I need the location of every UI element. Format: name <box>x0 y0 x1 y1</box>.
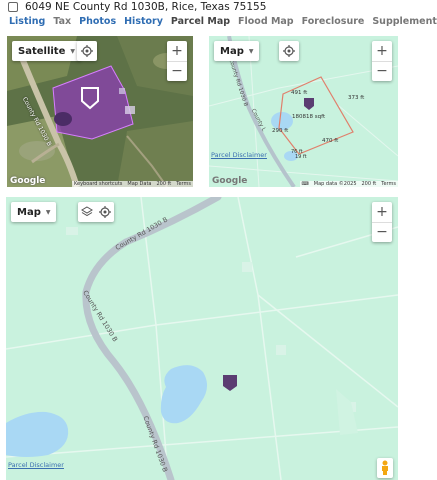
crosshair-icon[interactable] <box>99 206 111 218</box>
parcel-map[interactable]: County Rd 1030 B County L 491 ft 373 ft … <box>209 36 398 187</box>
map-type-selector[interactable]: Map ▼ <box>11 202 57 222</box>
map-type-label: Map <box>220 45 244 57</box>
locate-button[interactable] <box>77 41 97 61</box>
parcel-pin-icon[interactable] <box>222 374 238 392</box>
map-type-label: Map <box>17 206 41 218</box>
scale-label: 200 ft <box>361 181 377 187</box>
dimension-small-2: 19 ft <box>295 154 307 160</box>
map-type-selector[interactable]: Map ▼ <box>214 41 260 61</box>
tab-flood-map[interactable]: Flood Map <box>238 16 294 29</box>
parcel-pin-icon[interactable] <box>303 97 315 111</box>
tab-listing[interactable]: Listing <box>9 16 45 29</box>
tab-supplements[interactable]: Supplements <box>372 16 437 29</box>
zoom-control: + − <box>372 202 392 242</box>
tab-foreclosure[interactable]: Foreclosure <box>302 16 365 29</box>
caret-down-icon: ▼ <box>248 47 254 55</box>
scale-label: 200 ft <box>156 181 172 187</box>
dimension-top: 491 ft <box>291 90 308 96</box>
parcel-pin-icon[interactable] <box>80 86 100 110</box>
dimension-left: 290 ft <box>272 128 289 134</box>
google-logo: Google <box>212 176 248 186</box>
large-map-canvas <box>6 197 398 480</box>
zoom-out-button[interactable]: − <box>372 222 392 242</box>
locate-button[interactable] <box>279 41 299 61</box>
map-type-selector[interactable]: Satellite ▼ <box>12 41 81 61</box>
pegman-icon <box>382 460 388 475</box>
keyboard-shortcuts-link[interactable]: Keyboard shortcuts <box>74 181 122 187</box>
tab-tax[interactable]: Tax <box>53 16 71 29</box>
zoom-in-button[interactable]: + <box>372 202 392 222</box>
header-bar: 6049 NE County Rd 1030B, Rice, Texas 751… <box>0 0 437 14</box>
large-parcel-map[interactable]: County Rd 1030 B County Rd 1030 B County… <box>6 197 398 480</box>
zoom-out-button[interactable]: − <box>167 61 187 81</box>
terms-link[interactable]: Terms <box>381 181 396 187</box>
zoom-out-button[interactable]: − <box>372 61 392 81</box>
keyboard-icon[interactable]: ⌨ <box>302 181 309 187</box>
tab-photos[interactable]: Photos <box>79 16 116 29</box>
caret-down-icon: ▼ <box>70 47 75 55</box>
map-attribution: Keyboard shortcuts Map Data 200 ft Terms <box>71 181 193 187</box>
map-type-label: Satellite <box>18 45 66 57</box>
property-address: 6049 NE County Rd 1030B, Rice, Texas 751… <box>25 1 267 13</box>
zoom-control: + − <box>167 41 187 81</box>
street-view-button[interactable] <box>377 458 393 478</box>
map-attribution: ⌨ Map data ©2025 200 ft Terms <box>299 181 398 187</box>
crosshair-icon <box>81 45 93 57</box>
zoom-control: + − <box>372 41 392 81</box>
parcel-disclaimer-link[interactable]: Parcel Disclaimer <box>8 461 64 469</box>
caret-down-icon: ▼ <box>45 208 51 216</box>
dimension-right: 373 ft <box>348 95 365 101</box>
satellite-map[interactable]: County Rd 1030 B Satellite ▼ + − Google … <box>7 36 193 187</box>
tab-parcel-map[interactable]: Parcel Map <box>171 16 230 29</box>
dimension-bottom: 470 ft <box>322 138 339 144</box>
terms-link[interactable]: Terms <box>176 181 191 187</box>
google-logo: Google <box>10 176 46 186</box>
crosshair-icon <box>283 45 295 57</box>
map-data-link[interactable]: Map data ©2025 <box>314 181 357 187</box>
select-checkbox[interactable] <box>8 2 18 12</box>
layers-icon[interactable] <box>81 206 93 218</box>
parcel-disclaimer-link[interactable]: Parcel Disclaimer <box>211 151 267 159</box>
zoom-in-button[interactable]: + <box>372 41 392 61</box>
tab-history[interactable]: History <box>124 16 163 29</box>
zoom-in-button[interactable]: + <box>167 41 187 61</box>
parcel-area: 180818 sqft <box>292 114 326 120</box>
tab-bar: Listing Tax Photos History Parcel Map Fl… <box>9 16 437 29</box>
map-data-link[interactable]: Map Data <box>127 181 151 187</box>
map-tools <box>78 202 114 222</box>
